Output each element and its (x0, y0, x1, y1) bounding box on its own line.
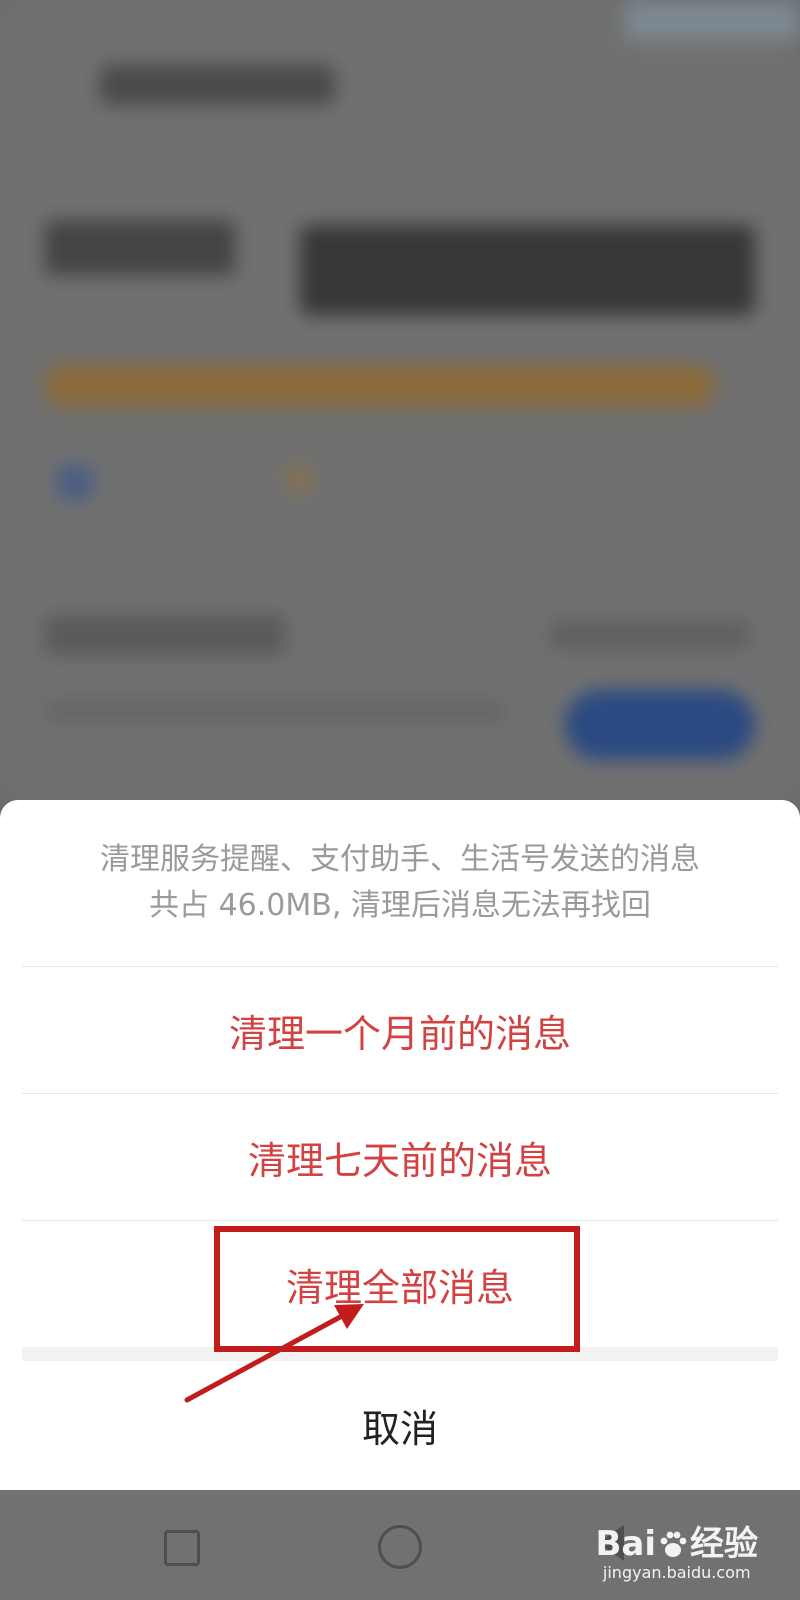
blurred-background-app (0, 0, 800, 800)
blurred-storage-size (300, 225, 755, 315)
clear-all-messages-button[interactable]: 清理全部消息 (0, 1221, 800, 1347)
action-sheet-description: 清理服务提醒、支付助手、生活号发送的消息 共占 46.0MB, 清理后消息无法再… (0, 800, 800, 966)
blurred-clean-button (565, 690, 755, 760)
clear-week-old-messages-button[interactable]: 清理七天前的消息 (0, 1094, 800, 1220)
watermark-brand-suffix: 经验 (690, 1524, 758, 1564)
action-sheet: 清理服务提醒、支付助手、生活号发送的消息 共占 46.0MB, 清理后消息无法再… (0, 800, 800, 1490)
blurred-storage-bar (45, 365, 715, 407)
blurred-legend-dot (285, 465, 313, 493)
blurred-section-title (45, 615, 285, 655)
clear-month-old-messages-button[interactable]: 清理一个月前的消息 (0, 967, 800, 1093)
recent-apps-icon[interactable] (164, 1530, 200, 1566)
home-icon[interactable] (378, 1525, 422, 1569)
baidu-jingyan-watermark: Bai 经验 jingyan.baidu.com (595, 1525, 758, 1583)
blurred-title (100, 65, 335, 105)
watermark-url: jingyan.baidu.com (602, 1563, 751, 1582)
cancel-button[interactable]: 取消 (0, 1361, 800, 1489)
paw-icon (660, 1531, 687, 1557)
blurred-heading (45, 220, 235, 275)
blurred-legend-dot (55, 462, 95, 502)
cancel-separator (22, 1347, 778, 1361)
blurred-section-size (550, 620, 750, 650)
watermark-brand-prefix: Bai (595, 1524, 656, 1564)
description-line-2: 共占 46.0MB, 清理后消息无法再找回 (149, 888, 651, 923)
description-line-1: 清理服务提醒、支付助手、生活号发送的消息 (100, 842, 700, 877)
blurred-status-area (625, 0, 800, 40)
blurred-section-text (45, 700, 505, 722)
